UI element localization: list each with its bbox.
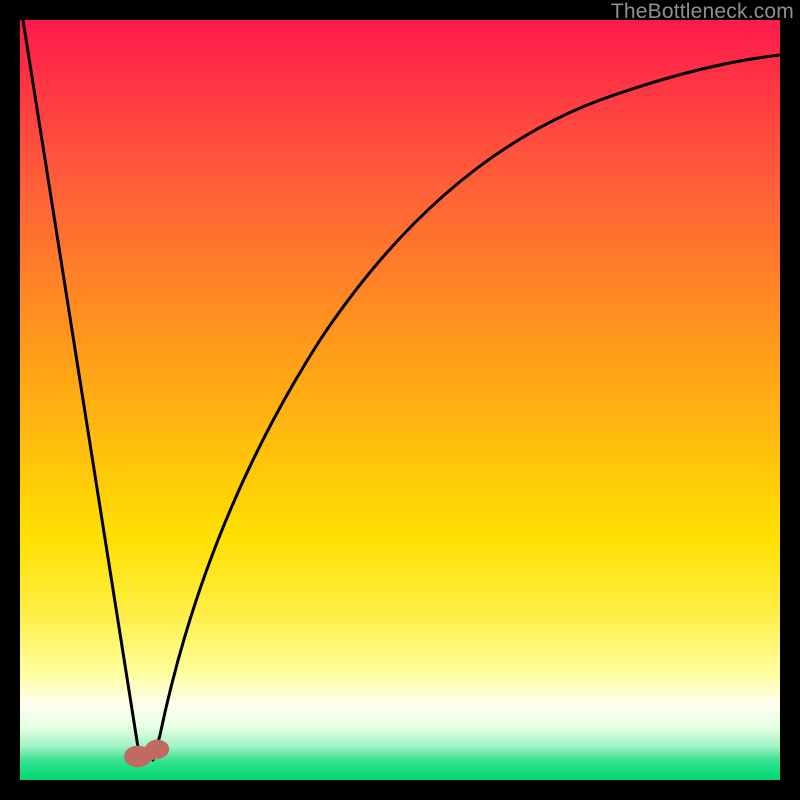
vertex-blob-bridge <box>140 747 157 760</box>
plot-area <box>20 20 780 780</box>
chart-frame: TheBottleneck.com <box>0 0 800 800</box>
attribution-watermark: TheBottleneck.com <box>611 0 794 24</box>
gradient-background <box>20 20 780 780</box>
